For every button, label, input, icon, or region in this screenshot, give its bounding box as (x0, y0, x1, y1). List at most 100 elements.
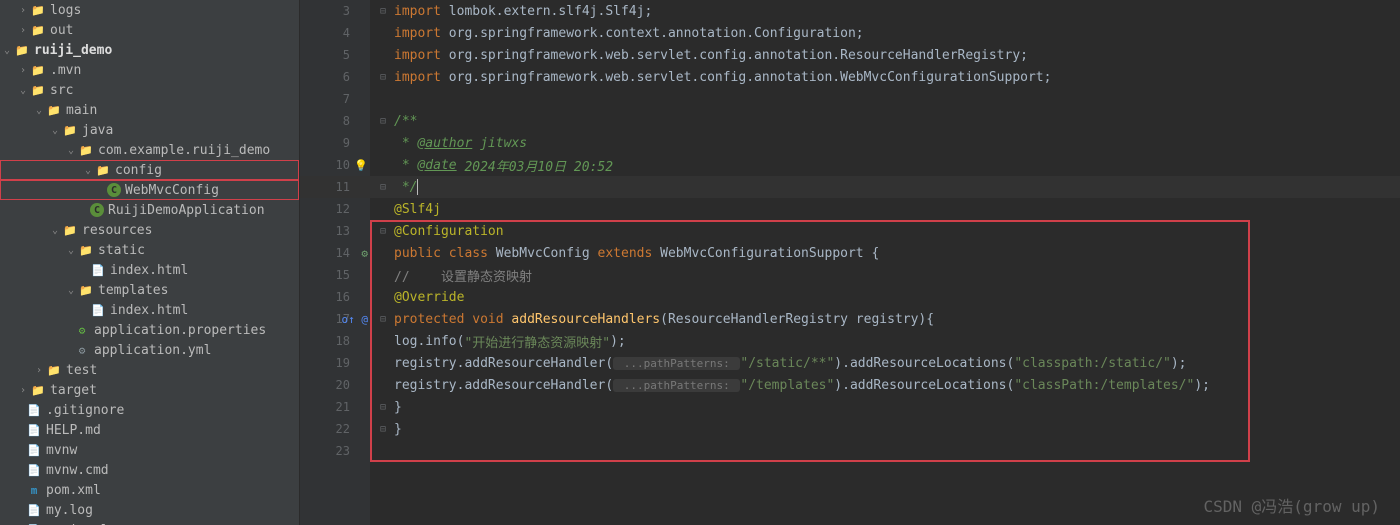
code-line[interactable]: ⊟ /** (370, 110, 1400, 132)
tree-item-mvnwcmd[interactable]: 📄mvnw.cmd (0, 460, 299, 480)
tree-item-src[interactable]: ⌄📁src (0, 80, 299, 100)
tree-item-logs[interactable]: ›📁logs (0, 0, 299, 20)
tree-label: WebMvcConfig (125, 183, 219, 198)
tree-label: src (50, 83, 73, 98)
code-line[interactable]: @Slf4j (370, 198, 1400, 220)
file-icon: 📄 (26, 442, 42, 458)
tree-label: logs (50, 3, 81, 18)
code-line[interactable]: // 设置静态资映射 (370, 264, 1400, 286)
tree-label: static (98, 243, 145, 258)
tree-item-target[interactable]: ›📁target (0, 380, 299, 400)
line-number: 14⚙ (300, 242, 370, 264)
code-line[interactable] (370, 440, 1400, 462)
code-line[interactable]: ⊟} (370, 418, 1400, 440)
tree-label: ruiji_demo (34, 43, 112, 58)
code-line[interactable]: ⊟ protected void addResourceHandlers(Res… (370, 308, 1400, 330)
folder-icon: 📁 (46, 362, 62, 378)
intention-bulb-icon[interactable]: 💡 (354, 159, 368, 172)
tree-item-properties[interactable]: ⚙ application.properties (0, 320, 299, 340)
tree-item-templates[interactable]: ⌄📁templates (0, 280, 299, 300)
line-number: 7 (300, 88, 370, 110)
tree-label: application.properties (94, 323, 266, 338)
tree-item-java[interactable]: ⌄📁java (0, 120, 299, 140)
line-number: 4 (300, 22, 370, 44)
code-line[interactable]: * @author jitwxs (370, 132, 1400, 154)
line-number: 6 (300, 66, 370, 88)
code-line[interactable]: ⊟ } (370, 396, 1400, 418)
tree-label: mvnw (46, 443, 77, 458)
tree-item-main[interactable]: ⌄📁main (0, 100, 299, 120)
run-gutter-icon[interactable]: ⚙ (361, 247, 368, 260)
code-line[interactable] (370, 88, 1400, 110)
module-icon: 📁 (14, 42, 30, 58)
project-tree[interactable]: ›📁logs ›📁out ⌄📁ruiji_demo ›📁.mvn ⌄📁src ⌄… (0, 0, 300, 525)
code-line[interactable]: registry.addResourceHandler( ...pathPatt… (370, 374, 1400, 396)
code-line[interactable]: public class WebMvcConfig extends WebMvc… (370, 242, 1400, 264)
tree-label: test (66, 363, 97, 378)
line-number: 23 (300, 440, 370, 462)
tree-item-webmvcconfig[interactable]: C WebMvcConfig (0, 180, 299, 200)
tree-item-index2[interactable]: 📄 index.html (0, 300, 299, 320)
tree-item-mvn[interactable]: ›📁.mvn (0, 60, 299, 80)
tree-label: mvnw.cmd (46, 463, 109, 478)
tree-item-mylog[interactable]: 📄my.log (0, 500, 299, 520)
code-line[interactable]: import org.springframework.web.servlet.c… (370, 44, 1400, 66)
folder-icon: 📁 (78, 242, 94, 258)
code-line[interactable]: * @date 2024年03月10日 20:52 (370, 154, 1400, 176)
tree-label: out (50, 23, 73, 38)
watermark: CSDN @冯浩(grow up) (1204, 493, 1381, 517)
line-number: 3 (300, 0, 370, 22)
line-number: 19 (300, 352, 370, 374)
tree-item-out[interactable]: ›📁out (0, 20, 299, 40)
tree-item-gitignore[interactable]: 📄.gitignore (0, 400, 299, 420)
code-line[interactable]: @Override (370, 286, 1400, 308)
html-icon: 📄 (90, 302, 106, 318)
tree-item-test[interactable]: ›📁test (0, 360, 299, 380)
folder-icon: 📁 (30, 2, 46, 18)
tree-item-index1[interactable]: 📄index.html (0, 260, 299, 280)
line-number: 5 (300, 44, 370, 66)
class-icon: C (90, 203, 104, 217)
tree-item-project[interactable]: ⌄📁ruiji_demo (0, 40, 299, 60)
source-folder-icon: 📁 (62, 122, 78, 138)
tree-item-help[interactable]: 📄HELP.md (0, 420, 299, 440)
tree-label: HELP.md (46, 423, 101, 438)
code-area[interactable]: ⊟import lombok.extern.slf4j.Slf4j; impor… (370, 0, 1400, 525)
code-line[interactable]: import org.springframework.context.annot… (370, 22, 1400, 44)
code-line[interactable]: ⊟@Configuration (370, 220, 1400, 242)
tree-item-config[interactable]: ⌄📁config (0, 160, 299, 180)
override-icon[interactable]: o↑ @ (342, 313, 369, 326)
line-number: 15 (300, 264, 370, 286)
code-editor[interactable]: 3 4 5 6 7 8 9 10💡 11 12 13 14⚙ 15 16 17o… (300, 0, 1400, 525)
tree-label: templates (98, 283, 168, 298)
code-line[interactable]: log.info("开始进行静态资源映射"); (370, 330, 1400, 352)
param-hint: ...pathPatterns: (613, 379, 740, 392)
tree-item-pom[interactable]: mpom.xml (0, 480, 299, 500)
class-icon: C (107, 183, 121, 197)
line-number: 20 (300, 374, 370, 396)
tree-label: index.html (110, 263, 188, 278)
target-folder-icon: 📁 (30, 382, 46, 398)
file-icon: 📄 (26, 402, 42, 418)
code-line[interactable]: registry.addResourceHandler( ...pathPatt… (370, 352, 1400, 374)
properties-icon: ⚙ (74, 322, 90, 338)
tree-label: java (82, 123, 113, 138)
tree-item-mvnw[interactable]: 📄 mvnw (0, 440, 299, 460)
tree-label: my.log (46, 503, 93, 518)
line-number: 12 (300, 198, 370, 220)
tree-item-app[interactable]: C RuijiDemoApplication (0, 200, 299, 220)
tree-item-package[interactable]: ⌄📁com.example.ruiji_demo (0, 140, 299, 160)
tree-label: index.html (110, 303, 188, 318)
line-number: 11 (300, 176, 370, 198)
line-number: 9 (300, 132, 370, 154)
tree-item-resources[interactable]: ⌄📁resources (0, 220, 299, 240)
code-line[interactable]: ⊟import lombok.extern.slf4j.Slf4j; (370, 0, 1400, 22)
code-line[interactable]: ⊟import org.springframework.web.servlet.… (370, 66, 1400, 88)
folder-icon: 📁 (30, 82, 46, 98)
tree-item-static[interactable]: ⌄📁static (0, 240, 299, 260)
tree-item-yml[interactable]: ⚙application.yml (0, 340, 299, 360)
tree-label: RuijiDemoApplication (108, 203, 265, 218)
code-line[interactable]: ⊟ */ (370, 176, 1400, 198)
tree-item-springlog[interactable]: 📄spring.log (0, 520, 299, 525)
package-icon: 📁 (95, 162, 111, 178)
